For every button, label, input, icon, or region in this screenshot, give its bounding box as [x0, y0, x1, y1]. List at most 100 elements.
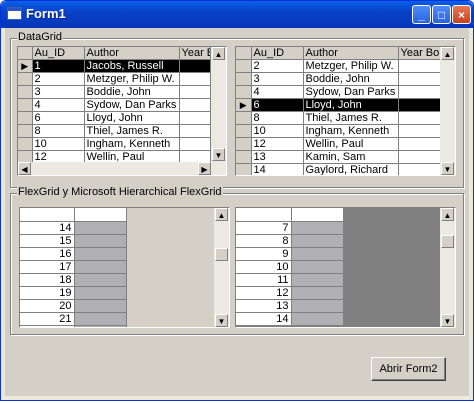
- table-row[interactable]: 16: [20, 247, 127, 261]
- datagrid-left-vertical-scrollbar[interactable]: ▲ ▼: [211, 47, 226, 175]
- table-cell-year[interactable]: [398, 111, 441, 125]
- table-row[interactable]: 10: [236, 260, 344, 274]
- table-row[interactable]: 13: [236, 299, 344, 313]
- table-cell-id[interactable]: 2: [32, 72, 85, 86]
- row-selector[interactable]: [236, 85, 252, 99]
- table-row[interactable]: 8 Thiel, James R.: [18, 124, 211, 138]
- table-cell-id[interactable]: 6: [32, 111, 85, 125]
- table-cell-author[interactable]: Sydow, Dan Parks: [303, 85, 399, 99]
- close-button[interactable]: ×: [452, 5, 471, 24]
- table-row[interactable]: 19: [20, 286, 127, 300]
- table-cell[interactable]: [291, 299, 344, 313]
- table-cell-year[interactable]: [398, 72, 441, 86]
- table-cell-year[interactable]: [398, 85, 441, 99]
- table-row[interactable]: 9: [236, 247, 344, 261]
- table-cell-id[interactable]: 10: [251, 124, 304, 138]
- table-cell-author[interactable]: Metzger, Philip W.: [303, 59, 399, 73]
- datagrid-left[interactable]: Au_ID Author Year B ▶1Jacobs, Russell2Me…: [17, 46, 227, 176]
- table-cell-author[interactable]: Wellin, Paul: [303, 137, 399, 151]
- table-cell[interactable]: [291, 247, 344, 261]
- table-cell[interactable]: [291, 260, 344, 274]
- datagrid-left-horizontal-scrollbar[interactable]: ◀ ▶: [18, 162, 211, 175]
- table-cell-author[interactable]: Kamin, Sam: [303, 150, 399, 164]
- row-selector[interactable]: [236, 72, 252, 86]
- table-row[interactable]: 22: [20, 325, 127, 327]
- table-cell-year[interactable]: [398, 124, 441, 138]
- table-cell-author[interactable]: Sydow, Dan Parks: [84, 98, 180, 112]
- table-row[interactable]: 8 Thiel, James R.: [236, 111, 441, 125]
- table-cell-author[interactable]: Thiel, James R.: [84, 124, 180, 138]
- table-row[interactable]: 15: [20, 234, 127, 248]
- table-cell[interactable]: [74, 299, 127, 313]
- table-cell-year[interactable]: [179, 85, 211, 99]
- table-cell-author[interactable]: Lloyd, John: [84, 111, 180, 125]
- table-cell[interactable]: [74, 312, 127, 326]
- table-cell-year[interactable]: [398, 150, 441, 164]
- table-cell-author[interactable]: Gaylord, Richard: [303, 163, 399, 175]
- table-row[interactable]: 12: [236, 286, 344, 300]
- row-selector[interactable]: [18, 137, 33, 151]
- table-cell-year[interactable]: [398, 59, 441, 73]
- table-cell-id[interactable]: 4: [32, 98, 85, 112]
- row-selector[interactable]: [18, 98, 33, 112]
- table-cell[interactable]: [74, 260, 127, 274]
- table-cell-author[interactable]: Ingham, Kenneth: [84, 137, 180, 151]
- row-selector[interactable]: [18, 111, 33, 125]
- table-row[interactable]: 20: [20, 299, 127, 313]
- column-header[interactable]: Author: [303, 47, 399, 60]
- table-row[interactable]: 14: [20, 221, 127, 235]
- row-selector[interactable]: [236, 124, 252, 138]
- table-row[interactable]: 4 Sydow, Dan Parks: [236, 85, 441, 99]
- datagrid-right-vertical-scrollbar[interactable]: ▲ ▼: [440, 47, 455, 175]
- table-row[interactable]: ▶ 1 Jacobs, Russell: [18, 59, 211, 73]
- title-bar[interactable]: Form1 _ □ ×: [1, 1, 473, 28]
- column-header[interactable]: Author: [84, 47, 180, 60]
- row-selector[interactable]: [236, 111, 252, 125]
- table-cell[interactable]: [74, 247, 127, 261]
- flexgrid-left[interactable]: 141516171819202122 ▲ ▼: [19, 207, 230, 328]
- row-selector[interactable]: [18, 85, 33, 99]
- scroll-down-arrow-icon[interactable]: ▼: [441, 314, 454, 327]
- table-cell[interactable]: [291, 286, 344, 300]
- scroll-up-arrow-icon[interactable]: ▲: [441, 208, 454, 221]
- table-cell-id[interactable]: 3: [32, 85, 85, 99]
- column-header[interactable]: Au_ID: [251, 47, 304, 60]
- table-cell-year[interactable]: [179, 111, 211, 125]
- maximize-button[interactable]: □: [432, 5, 451, 24]
- table-cell-id[interactable]: 8: [251, 111, 304, 125]
- table-cell[interactable]: [74, 325, 127, 327]
- table-cell-author[interactable]: Jacobs, Russell: [84, 59, 180, 73]
- table-cell-year[interactable]: [179, 137, 211, 151]
- table-cell-id[interactable]: 12: [251, 137, 304, 151]
- table-row[interactable]: 21: [20, 312, 127, 326]
- table-row[interactable]: 18: [20, 273, 127, 287]
- table-cell[interactable]: [291, 312, 344, 326]
- column-header[interactable]: Year Born: [398, 47, 441, 60]
- table-cell[interactable]: [291, 221, 344, 235]
- scroll-down-arrow-icon[interactable]: ▼: [441, 162, 454, 175]
- table-cell-id[interactable]: 1: [32, 59, 85, 73]
- table-row[interactable]: 14 Gaylord, Richard: [236, 163, 441, 175]
- minimize-button[interactable]: _: [412, 5, 431, 24]
- table-row[interactable]: 17: [20, 260, 127, 274]
- scroll-left-arrow-icon[interactable]: ◀: [18, 162, 31, 175]
- table-cell[interactable]: [74, 273, 127, 287]
- table-row[interactable]: 7: [236, 221, 344, 235]
- table-cell-id[interactable]: 4: [251, 85, 304, 99]
- scroll-right-arrow-icon[interactable]: ▶: [198, 162, 211, 175]
- table-row[interactable]: 2 Metzger, Philip W.: [18, 72, 211, 86]
- table-cell-year[interactable]: [179, 72, 211, 86]
- row-selector[interactable]: [18, 124, 33, 138]
- table-cell-id[interactable]: 10: [32, 137, 85, 151]
- scrollbar-thumb[interactable]: [441, 235, 454, 248]
- table-cell-id[interactable]: 8: [32, 124, 85, 138]
- table-cell-id[interactable]: 14: [251, 163, 304, 175]
- scrollbar-thumb[interactable]: [215, 248, 228, 261]
- table-cell-year[interactable]: [179, 124, 211, 138]
- table-cell-year[interactable]: [179, 59, 211, 73]
- row-selector[interactable]: [236, 137, 252, 151]
- current-row-pointer-icon[interactable]: ▶: [18, 59, 33, 73]
- table-cell-year[interactable]: [398, 163, 441, 175]
- open-form2-button[interactable]: Abrir Form2: [371, 357, 446, 381]
- table-cell[interactable]: [74, 234, 127, 248]
